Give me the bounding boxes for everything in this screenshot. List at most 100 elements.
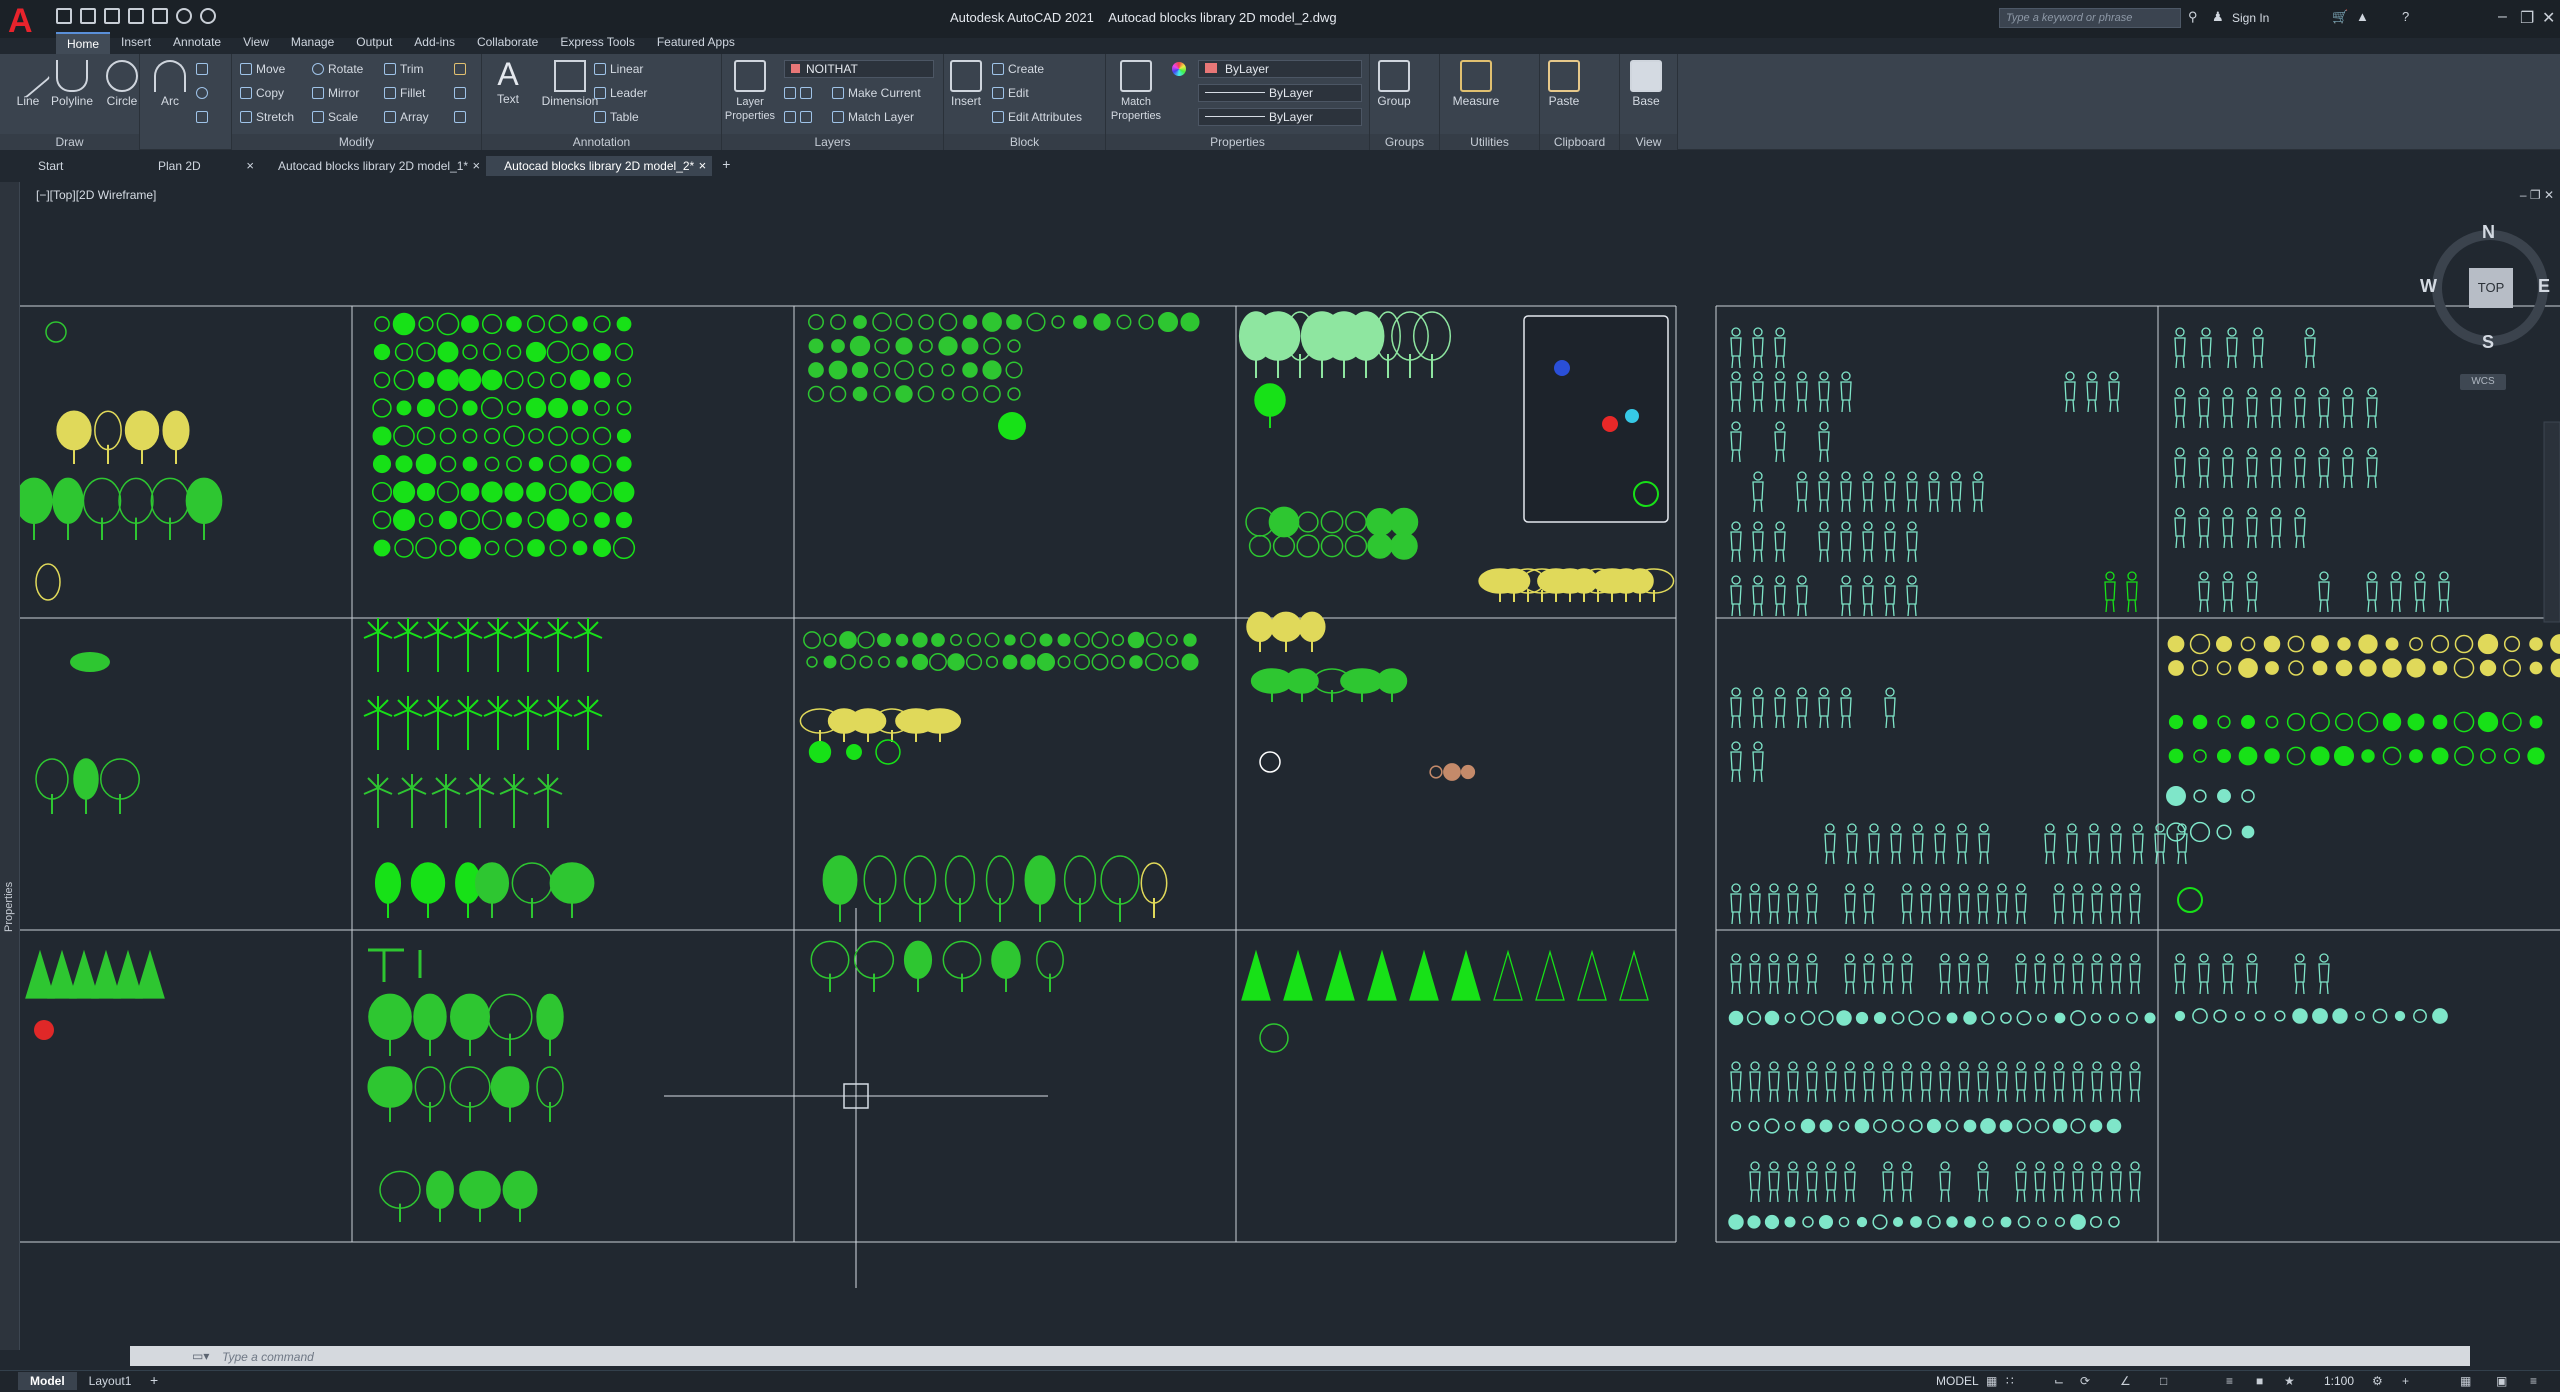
ribbon-tab-express-tools[interactable]: Express Tools: [549, 32, 645, 54]
ortho-icon[interactable]: ⌙: [2054, 1374, 2064, 1388]
close-tab-icon[interactable]: ×: [246, 158, 254, 173]
command-line[interactable]: [130, 1346, 2470, 1366]
close-tab-icon[interactable]: ×: [473, 158, 481, 173]
cart-icon[interactable]: 🛒: [2332, 9, 2348, 25]
groups-group-label[interactable]: Groups: [1370, 134, 1439, 150]
document-tab[interactable]: Start: [20, 156, 140, 176]
annotation-group-label[interactable]: Annotation: [482, 134, 721, 150]
circle-button[interactable]: Circle: [100, 56, 144, 108]
model-space-toggle[interactable]: MODEL: [1936, 1374, 1979, 1388]
lineweight-icon[interactable]: ≡: [2226, 1374, 2233, 1388]
autodesk-app-icon[interactable]: ▲: [2356, 9, 2369, 24]
viewcube-top-face[interactable]: TOP: [2469, 268, 2513, 308]
fillet-button[interactable]: Fillet: [384, 86, 425, 100]
lineweight-dropdown[interactable]: ByLayer: [1198, 108, 1362, 126]
compass-east[interactable]: E: [2538, 276, 2550, 297]
new-tab-icon[interactable]: +: [712, 156, 740, 176]
layout-tab-layout1[interactable]: Layout1: [77, 1372, 144, 1390]
viewcube[interactable]: N S W E TOP: [2412, 210, 2560, 380]
plot-icon[interactable]: [152, 8, 168, 24]
text-button[interactable]: A Text: [486, 56, 530, 106]
ribbon-tab-collaborate[interactable]: Collaborate: [466, 32, 549, 54]
stretch-button[interactable]: Stretch: [240, 110, 294, 124]
ellipse-button[interactable]: [196, 86, 212, 100]
table-button[interactable]: Table: [594, 110, 639, 124]
paste-button[interactable]: Paste: [1542, 56, 1586, 108]
annotation-visibility-icon[interactable]: ★: [2284, 1374, 2295, 1388]
modify-group-label[interactable]: Modify: [232, 134, 481, 150]
scale-button[interactable]: Scale: [312, 110, 358, 124]
match-properties-button[interactable]: Match Properties: [1106, 56, 1166, 122]
clipboard-group-label[interactable]: Clipboard: [1540, 134, 1619, 150]
redo-icon[interactable]: [200, 8, 216, 24]
base-button[interactable]: Base: [1624, 56, 1668, 108]
edit-block-button[interactable]: Edit: [992, 86, 1029, 100]
osnap-icon[interactable]: □: [2160, 1374, 2167, 1388]
add-layout-icon[interactable]: +: [150, 1372, 158, 1388]
rectangle-button[interactable]: [196, 62, 212, 76]
viewport-controls-label[interactable]: [−][Top][2D Wireframe]: [36, 188, 156, 202]
match-layer-button[interactable]: Match Layer: [832, 110, 914, 124]
draw-group-label[interactable]: Draw: [0, 134, 139, 150]
hardware-acceleration-icon[interactable]: ▦: [2460, 1374, 2471, 1388]
snap-icon[interactable]: ∷: [2006, 1374, 2014, 1388]
save-icon[interactable]: [104, 8, 120, 24]
leader-button[interactable]: Leader: [594, 86, 647, 100]
minimize-icon[interactable]: –: [2498, 8, 2507, 26]
wcs-menu[interactable]: WCS: [2460, 374, 2506, 390]
edit-attributes-button[interactable]: Edit Attributes: [992, 110, 1082, 124]
annotation-monitor-icon[interactable]: +: [2402, 1374, 2409, 1388]
ribbon-tab-insert[interactable]: Insert: [110, 32, 162, 54]
hatch-button[interactable]: [196, 110, 212, 124]
group-button[interactable]: Group: [1372, 56, 1416, 108]
autocad-logo-icon[interactable]: A: [8, 4, 46, 38]
explode-button[interactable]: [454, 86, 470, 100]
ribbon-tab-view[interactable]: View: [232, 32, 280, 54]
layout-tab-model[interactable]: Model: [18, 1372, 77, 1390]
create-block-button[interactable]: Create: [992, 62, 1044, 76]
restore-icon[interactable]: ❐: [2520, 8, 2534, 28]
workspace-gear-icon[interactable]: ⚙: [2372, 1374, 2383, 1388]
array-button[interactable]: Array: [384, 110, 429, 124]
linetype-dropdown[interactable]: ByLayer: [1198, 84, 1362, 102]
customization-icon[interactable]: ≡: [2530, 1374, 2537, 1388]
layer-properties-button[interactable]: Layer Properties: [722, 56, 778, 122]
arc-button[interactable]: Arc: [148, 56, 192, 108]
properties-group-label[interactable]: Properties: [1106, 134, 1369, 150]
search-input[interactable]: Type a keyword or phrase: [1999, 8, 2181, 28]
command-history-icon[interactable]: ▭▾: [192, 1349, 209, 1363]
annotation-scale[interactable]: 1:100: [2324, 1374, 2354, 1388]
copy-button[interactable]: Copy: [240, 86, 284, 100]
trim-button[interactable]: Trim: [384, 62, 424, 76]
user-icon[interactable]: ♟: [2212, 9, 2224, 25]
view-group-label[interactable]: View: [1620, 134, 1677, 150]
ribbon-tab-featured-apps[interactable]: Featured Apps: [646, 32, 746, 54]
new-icon[interactable]: [56, 8, 72, 24]
offset-button[interactable]: [454, 110, 470, 124]
polar-icon[interactable]: ⟳: [2080, 1374, 2090, 1388]
compass-west[interactable]: W: [2420, 276, 2437, 297]
polyline-button[interactable]: Polyline: [44, 56, 100, 108]
close-tab-icon[interactable]: ×: [699, 158, 707, 173]
compass-north[interactable]: N: [2482, 222, 2495, 243]
erase-button[interactable]: [454, 62, 470, 76]
linear-button[interactable]: Linear: [594, 62, 643, 76]
ribbon-tab-annotate[interactable]: Annotate: [162, 32, 232, 54]
help-icon[interactable]: ?: [2402, 9, 2409, 24]
close-icon[interactable]: ✕: [2542, 8, 2555, 28]
clean-screen-icon[interactable]: ▣: [2496, 1374, 2507, 1388]
layer-tools-icons[interactable]: [784, 86, 816, 100]
layers-group-label[interactable]: Layers: [722, 134, 943, 150]
ribbon-tab-manage[interactable]: Manage: [280, 32, 345, 54]
grid-icon[interactable]: ▦: [1986, 1374, 1997, 1388]
sign-in-link[interactable]: Sign In: [2232, 11, 2269, 25]
color-dropdown[interactable]: ByLayer: [1198, 60, 1362, 78]
mirror-button[interactable]: Mirror: [312, 86, 359, 100]
layer-dropdown[interactable]: NOITHAT: [784, 60, 934, 78]
ribbon-tab-output[interactable]: Output: [345, 32, 403, 54]
selection-cycling-icon[interactable]: ■: [2256, 1374, 2263, 1388]
viewport-window-controls[interactable]: – ❐ ✕: [2520, 188, 2554, 202]
undo-icon[interactable]: [176, 8, 192, 24]
isodraft-icon[interactable]: ∠: [2120, 1374, 2131, 1388]
make-current-button[interactable]: Make Current: [832, 86, 921, 100]
